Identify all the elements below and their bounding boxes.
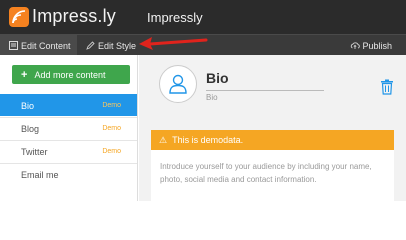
bio-header: Bio Bio xyxy=(151,65,394,119)
intro-text: Introduce yourself to your audience by i… xyxy=(160,162,372,184)
logo-text: Impress.ly xyxy=(32,6,117,26)
publish-button[interactable]: Publish xyxy=(350,35,392,56)
title-underline xyxy=(206,90,324,91)
tab-edit-style[interactable]: Edit Style xyxy=(78,35,138,56)
trash-icon[interactable] xyxy=(380,79,394,95)
demo-notice-text: This is demodata. xyxy=(172,135,244,145)
add-more-content-label: Add more content xyxy=(34,69,106,80)
section-subtitle[interactable]: Bio xyxy=(206,93,218,102)
sidebar-item-blog[interactable]: Blog Demo xyxy=(0,117,137,139)
sidebar-item-label: Blog xyxy=(21,123,40,134)
intro-text-field[interactable]: Introduce yourself to your audience by i… xyxy=(151,150,394,201)
app-logo[interactable]: Impress.ly xyxy=(0,0,140,34)
warning-icon: ⚠ xyxy=(159,134,168,145)
demo-badge: Demo xyxy=(102,125,121,132)
sidebar-item-label: Twitter xyxy=(21,146,48,157)
demo-badge: Demo xyxy=(102,148,121,155)
tab-edit-content-label: Edit Content xyxy=(21,40,71,51)
edit-content-icon xyxy=(9,41,18,50)
add-more-content-button[interactable]: + Add more content xyxy=(12,65,130,84)
avatar[interactable] xyxy=(159,65,197,103)
demo-badge: Demo xyxy=(102,102,121,109)
page-title: Impressly xyxy=(147,10,203,25)
sidebar-item-twitter[interactable]: Twitter Demo xyxy=(0,140,137,162)
publish-label: Publish xyxy=(362,40,392,51)
demo-notice: ⚠ This is demodata. xyxy=(151,130,394,150)
sidebar: + Add more content Bio Demo Blog Demo Tw… xyxy=(0,55,138,201)
sidebar-item-label: Bio xyxy=(21,100,35,111)
user-icon xyxy=(169,74,187,94)
cloud-upload-icon xyxy=(350,41,361,50)
tab-edit-style-label: Edit Style xyxy=(98,40,137,51)
main-content: Bio Bio ⚠ This is demodata. Introduce yo… xyxy=(139,55,406,201)
sidebar-item-label: Email me xyxy=(21,169,59,180)
tab-edit-content[interactable]: Edit Content xyxy=(0,35,77,56)
plus-icon: + xyxy=(21,68,28,81)
top-bar: Impress.ly Impressly xyxy=(0,0,406,34)
sidebar-item-email-me[interactable]: Email me xyxy=(0,163,137,185)
sidebar-item-bio[interactable]: Bio Demo xyxy=(0,94,137,116)
red-arrow-annotation xyxy=(139,37,208,50)
logo-icon xyxy=(9,7,29,27)
pencil-icon xyxy=(86,41,95,50)
section-title[interactable]: Bio xyxy=(206,70,229,86)
